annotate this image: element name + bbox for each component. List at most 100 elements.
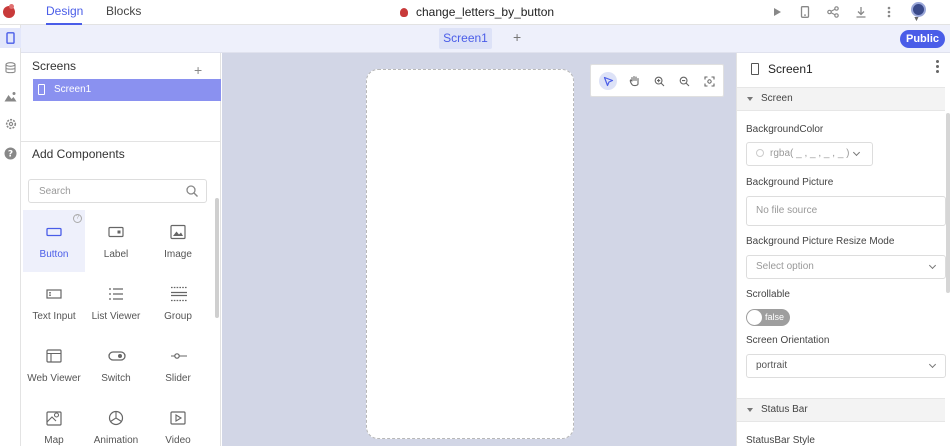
switch-icon (108, 351, 126, 361)
background-color-picker[interactable]: rgba( _ , _ , _ , _ ) (746, 142, 873, 166)
database-icon[interactable] (0, 58, 21, 78)
background-picture-placeholder: No file source (756, 205, 818, 216)
component-animation[interactable]: Animation (85, 396, 147, 446)
label-icon (108, 226, 124, 238)
tab-screen1[interactable]: Screen1 (439, 28, 492, 49)
screens-header: Screens + (21, 53, 221, 79)
status-bar-section-header[interactable]: Status Bar (737, 398, 945, 422)
component-label: Web Viewer (27, 373, 81, 384)
screen-tabs-bar: Screen1 + Public (21, 25, 950, 53)
component-image[interactable]: Image (147, 210, 209, 272)
statusbar-style-label: StatusBar Style (746, 435, 815, 446)
orientation-select[interactable]: portrait (746, 354, 946, 378)
resize-mode-select[interactable]: Select option (746, 255, 946, 279)
scrollable-toggle[interactable]: false (746, 309, 790, 326)
app-logo-icon[interactable] (3, 4, 15, 18)
more-icon[interactable] (936, 60, 940, 75)
screen-list-item[interactable]: Screen1 (33, 79, 221, 101)
phone-preview[interactable] (366, 69, 574, 439)
help-circle-icon[interactable]: ? (73, 214, 82, 223)
component-label: Animation (93, 435, 139, 446)
chevron-down-icon[interactable]: ▼ (913, 16, 920, 23)
map-icon (46, 411, 62, 426)
hand-icon[interactable] (625, 72, 643, 90)
component-search-input[interactable] (28, 179, 207, 203)
add-components-title: Add Components (32, 147, 125, 161)
chevron-down-icon (928, 261, 937, 270)
component-list-viewer[interactable]: List Viewer (85, 272, 147, 334)
component-slider[interactable]: Slider (147, 334, 209, 396)
properties-panel: Screen1 Screen BackgroundColor rgba( _ ,… (736, 53, 950, 446)
properties-scrollbar[interactable] (946, 113, 950, 293)
section-label: Status Bar (761, 404, 808, 415)
properties-title: Screen1 (768, 62, 813, 76)
color-swatch (756, 149, 764, 157)
project-title[interactable]: change_letters_by_button (400, 0, 554, 25)
settings-icon[interactable] (0, 114, 21, 134)
search-icon[interactable] (185, 184, 199, 198)
component-web-viewer[interactable]: Web Viewer (23, 334, 85, 396)
select-icon[interactable] (599, 72, 617, 90)
media-icon[interactable] (0, 86, 21, 106)
component-label: Image (164, 249, 192, 260)
component-switch[interactable]: Switch (85, 334, 147, 396)
web-viewer-icon (46, 349, 62, 363)
scrollable-value: false (765, 312, 785, 322)
play-icon[interactable] (770, 5, 784, 19)
screens-title: Screens (32, 59, 77, 73)
component-label: Label (103, 249, 129, 260)
component-label: Group (164, 311, 192, 322)
component-label: Map (44, 435, 64, 446)
project-name: change_letters_by_button (416, 5, 555, 19)
text-input-icon (46, 289, 62, 299)
image-icon (170, 224, 186, 240)
left-panel: Screens + Screen1 Add Components Button … (21, 53, 221, 446)
component-label: List Viewer (91, 311, 141, 322)
fit-screen-icon[interactable] (700, 72, 718, 90)
collapse-icon (747, 408, 753, 412)
component-label: Video (165, 435, 191, 446)
component-map[interactable]: Map (23, 396, 85, 446)
component-label: Text Input (32, 311, 76, 322)
background-picture-label: Background Picture (746, 177, 834, 188)
left-rail: ? (0, 25, 21, 446)
component-label: Button (39, 249, 69, 260)
component-label: Switch (101, 373, 131, 384)
tab-blocks[interactable]: Blocks (106, 0, 141, 25)
collapse-icon (747, 97, 753, 101)
phone-icon (38, 84, 45, 95)
tab-design[interactable]: Design (46, 0, 83, 25)
component-text-input[interactable]: Text Input (23, 272, 85, 334)
resize-mode-label: Background Picture Resize Mode (746, 236, 895, 247)
button-icon (46, 227, 62, 237)
download-icon[interactable] (854, 5, 868, 19)
component-label: Slider (165, 373, 191, 384)
user-avatar[interactable] (911, 2, 926, 17)
group-icon (171, 286, 187, 302)
more-icon[interactable] (882, 5, 896, 19)
toggle-knob (747, 310, 762, 325)
component-video[interactable]: Video (147, 396, 209, 446)
design-canvas[interactable] (222, 53, 736, 446)
orientation-label: Screen Orientation (746, 335, 830, 346)
animation-icon (108, 410, 124, 426)
zoom-in-icon[interactable] (650, 72, 668, 90)
background-picture-field[interactable]: No file source (746, 196, 946, 226)
slider-icon (171, 353, 187, 359)
share-icon[interactable] (826, 5, 840, 19)
zoom-out-icon[interactable] (675, 72, 693, 90)
device-icon[interactable] (798, 5, 812, 19)
components-scrollbar[interactable] (215, 198, 219, 318)
component-label-item[interactable]: Label (85, 210, 147, 272)
svg-text:?: ? (8, 149, 13, 159)
video-icon (170, 411, 186, 425)
scrollable-label: Scrollable (746, 289, 790, 300)
component-group[interactable]: Group (147, 272, 209, 334)
public-button[interactable]: Public (900, 30, 945, 48)
phone-icon[interactable] (0, 28, 21, 48)
add-screen-tab-button[interactable]: + (513, 29, 521, 45)
orientation-value: portrait (756, 360, 788, 371)
section-label: Screen (761, 93, 793, 104)
screen-section-header[interactable]: Screen (737, 87, 945, 111)
help-icon[interactable]: ? (0, 143, 21, 163)
